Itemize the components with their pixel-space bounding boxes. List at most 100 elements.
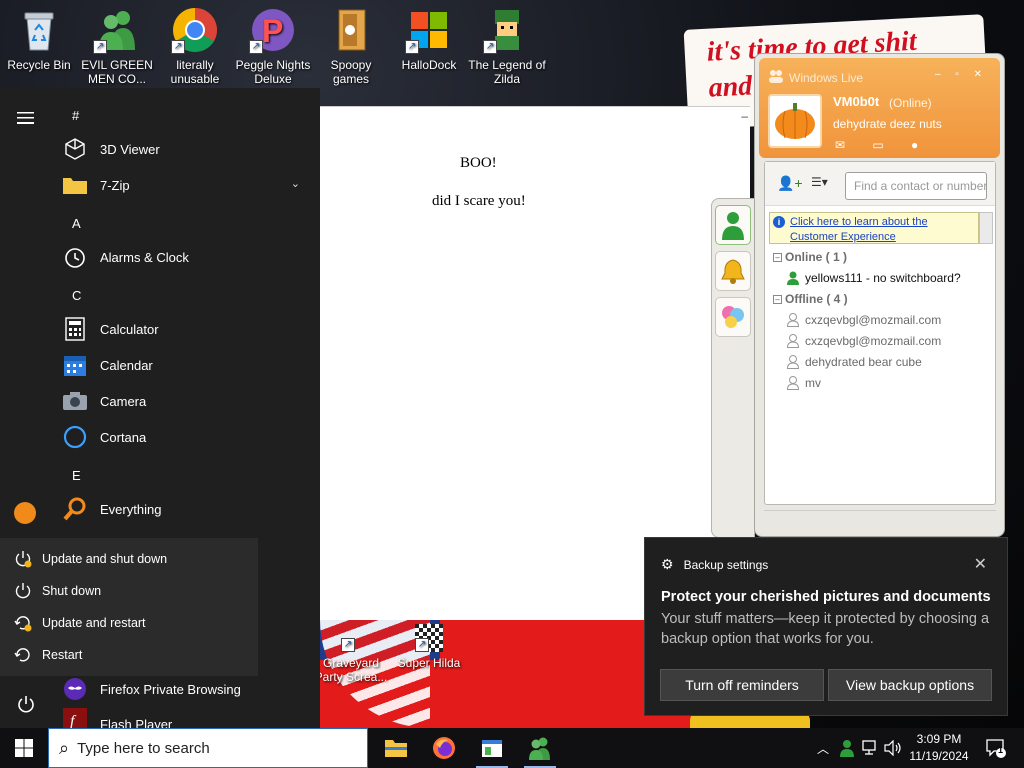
contacts-tab[interactable] [715, 205, 751, 245]
volume-icon[interactable] [882, 728, 904, 768]
collapse-icon: – [773, 295, 782, 305]
messenger-taskbar-button[interactable] [516, 728, 564, 768]
desktop-icon-hallodock[interactable]: ↗ HalloDock [390, 4, 468, 72]
shortcut-arrow-icon: ↗ [171, 40, 185, 54]
info-link-text[interactable]: Click here to learn about the Customer E… [790, 216, 928, 243]
messenger-logo-icon [769, 70, 783, 83]
start-app-calculator[interactable]: Calculator [58, 311, 308, 347]
start-app-everything[interactable]: Everything [58, 491, 308, 527]
app-label: Everything [100, 501, 162, 517]
desktop-icon-peggle-nights[interactable]: P ↗ Peggle Nights Deluxe [234, 4, 312, 86]
network-icon[interactable] [860, 728, 882, 768]
desktop-icon-spoopy-games[interactable]: Spoopy games [312, 4, 390, 86]
contact-item[interactable]: yellows111 - no switchboard? [787, 271, 961, 285]
update-and-restart-option[interactable]: Update and restart [0, 607, 258, 639]
start-button[interactable] [0, 728, 48, 768]
messenger-window[interactable]: Windows Live – ▫ ✕ VM0b0t (Online) dehyd… [754, 53, 1005, 537]
turn-off-reminders-button[interactable]: Turn off reminders [660, 669, 824, 701]
personal-message[interactable]: dehydrate deez nuts [833, 117, 942, 131]
contact-item[interactable]: cxzqevbgl@mozmail.com [787, 313, 941, 327]
section-letter[interactable]: C [72, 288, 81, 303]
document-text-line-2: did I scare you! [432, 193, 526, 209]
contact-item[interactable]: cxzqevbgl@mozmail.com [787, 334, 941, 348]
desktop-icon-graveyard-party[interactable]: ↗ Graveyard Party Screa... [312, 622, 390, 684]
group-offline[interactable]: – Offline ( 4 ) [773, 292, 848, 306]
taskbar-clock[interactable]: 3:09 PM 11/19/2024 [905, 731, 973, 765]
spaces-tab[interactable] [715, 297, 751, 337]
windows-logo-icon: ↗ [405, 6, 453, 54]
start-app-firefox-private[interactable]: Firefox Private Browsing [58, 671, 308, 707]
offline-buddy-icon [787, 313, 799, 327]
display-name[interactable]: VM0b0t [833, 94, 879, 109]
search-icon: ⌕ [59, 737, 70, 758]
restart-option[interactable]: Restart [0, 639, 258, 671]
shortcut-arrow-icon: ↗ [249, 40, 263, 54]
info-scrollbar[interactable] [979, 212, 993, 244]
group-online[interactable]: – Online ( 1 ) [773, 250, 847, 264]
start-app-flash-player[interactable]: f Flash Player [58, 707, 308, 728]
contact-item[interactable]: mv [787, 376, 821, 390]
shut-down-option[interactable]: Shut down [0, 575, 258, 607]
calculator-icon [62, 316, 88, 342]
minimize-button[interactable]: – [741, 109, 748, 123]
graveyard-game-icon: ↗ [327, 624, 375, 652]
chevron-up-icon[interactable]: ︿ [812, 728, 834, 768]
section-letter[interactable]: E [72, 468, 81, 483]
contact-item[interactable]: dehydrated bear cube [787, 355, 922, 369]
action-center-button[interactable]: 1 [978, 728, 1014, 768]
desktop-icon-evil-green-men[interactable]: ↗ EVIL GREEN MEN CO... [78, 4, 156, 86]
super-hilda-icon: ↗ [415, 624, 443, 652]
desktop-icon-literally-unusable[interactable]: ↗ literally unusable [156, 4, 234, 86]
app-label: Calculator [100, 321, 159, 337]
svg-text:P: P [262, 13, 283, 49]
start-app-cortana[interactable]: Cortana [58, 419, 308, 455]
add-contact-icon[interactable]: 👤+ [777, 175, 803, 192]
messenger-buddies-icon [529, 737, 550, 760]
chevron-down-icon[interactable]: ⌄ [291, 177, 300, 190]
file-explorer-taskbar-button[interactable] [372, 728, 420, 768]
backup-notification[interactable]: ⚙ Backup settings ✕ Protect your cherish… [644, 537, 1008, 716]
customer-experience-link[interactable]: i Click here to learn about the Customer… [769, 212, 979, 244]
desktop-icon-label: Graveyard Party Screa... [314, 656, 388, 684]
view-backup-options-button[interactable]: View backup options [828, 669, 992, 701]
magnifier-icon [62, 496, 88, 522]
section-letter[interactable]: # [72, 108, 79, 123]
alerts-tab[interactable] [715, 251, 751, 291]
window-controls[interactable]: – ▫ ✕ [935, 69, 988, 80]
firefox-taskbar-button[interactable] [420, 728, 468, 768]
search-placeholder: Type here to search [77, 739, 210, 757]
start-app-3d-viewer[interactable]: 3D Viewer [58, 131, 308, 167]
user-avatar[interactable] [14, 502, 36, 524]
notification-title: Protect your cherished pictures and docu… [661, 589, 991, 605]
app-label: Flash Player [100, 717, 173, 728]
start-app-7zip[interactable]: 7-Zip ⌄ [58, 167, 308, 203]
start-app-alarms[interactable]: Alarms & Clock [58, 239, 308, 275]
notification-icon [986, 739, 1006, 758]
online-status[interactable]: (Online) [889, 96, 932, 110]
start-app-calendar[interactable]: Calendar [58, 347, 308, 383]
notepad-taskbar-button[interactable] [468, 728, 516, 768]
taskbar-search-box[interactable]: ⌕ Type here to search [48, 728, 368, 768]
quick-actions[interactable]: ✉ ▭ ● [835, 138, 930, 152]
shortcut-arrow-icon: ↗ [483, 40, 497, 54]
start-app-camera[interactable]: Camera [58, 383, 308, 419]
clock-date: 11/19/2024 [909, 749, 969, 763]
view-options-icon[interactable]: ☰▾ [811, 175, 828, 189]
desktop-icon-legend-of-zilda[interactable]: ↗ The Legend of Zilda [468, 4, 546, 86]
notification-body: Your stuff matters—keep it protected by … [661, 611, 990, 647]
hamburger-menu-icon[interactable] [17, 112, 34, 124]
desktop-icon-recycle-bin[interactable]: Recycle Bin [0, 4, 78, 72]
close-icon[interactable]: ✕ [974, 554, 987, 574]
option-label: Update and restart [42, 616, 146, 630]
power-icon[interactable] [16, 694, 36, 714]
contact-search-input[interactable]: Find a contact or number... [845, 172, 987, 200]
desktop-icon-super-hilda[interactable]: ↗ Super Hilda [390, 622, 468, 670]
shortcut-arrow-icon: ↗ [93, 40, 107, 54]
messenger-tray-icon[interactable] [836, 728, 858, 768]
pumpkin-avatar[interactable] [768, 94, 822, 148]
cortana-icon [62, 424, 88, 450]
messenger-side-tabs [711, 198, 755, 538]
section-letter[interactable]: A [72, 216, 81, 231]
update-and-shut-down-option[interactable]: Update and shut down [0, 543, 258, 575]
desktop-icon-label: Super Hilda [397, 656, 461, 670]
